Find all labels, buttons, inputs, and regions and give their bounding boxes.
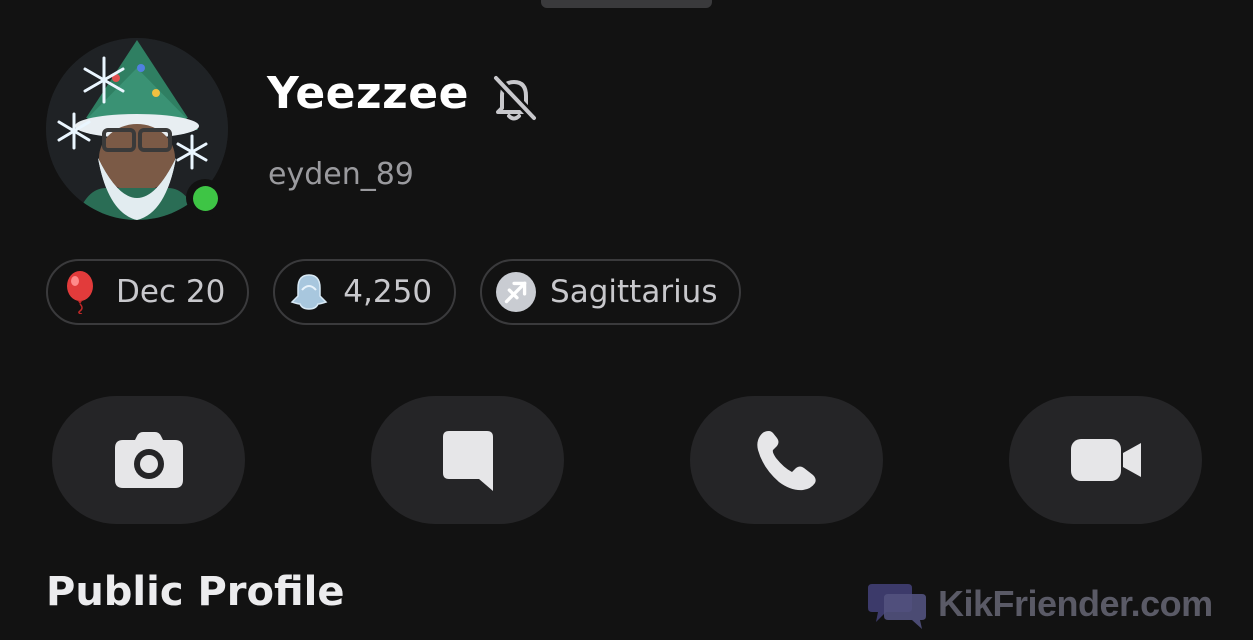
chat-button[interactable]: [371, 396, 564, 524]
profile-chips: Dec 20 4,250 Sagittarius: [46, 259, 742, 325]
camera-icon: [114, 432, 183, 488]
video-camera-icon: [1070, 439, 1141, 481]
phone-icon: [756, 431, 816, 491]
video-call-button[interactable]: [1009, 396, 1202, 524]
drag-handle[interactable]: [541, 0, 712, 8]
ghost-icon: [289, 272, 329, 312]
watermark-text: KikFriender.com: [938, 583, 1213, 624]
online-status-indicator: [186, 179, 224, 217]
call-button[interactable]: [690, 396, 883, 524]
chat-icon: [442, 431, 493, 491]
online-dot: [192, 185, 218, 211]
snapscore-chip[interactable]: 4,250: [273, 259, 457, 325]
username: eyden_89: [268, 157, 414, 192]
snapscore-label: 4,250: [343, 274, 433, 310]
watermark: KikFriender.com: [868, 578, 1213, 630]
zodiac-chip[interactable]: Sagittarius: [480, 259, 742, 325]
chat-bubbles-logo-icon: [868, 584, 926, 629]
birthday-label: Dec 20: [116, 274, 226, 310]
display-name: Yeezzee: [267, 68, 469, 119]
bell-muted-icon[interactable]: [488, 74, 540, 122]
camera-button[interactable]: [52, 396, 245, 524]
sagittarius-icon: [496, 272, 537, 312]
birthday-chip[interactable]: Dec 20: [46, 259, 250, 325]
zodiac-label: Sagittarius: [550, 274, 718, 310]
balloon-icon: [62, 271, 102, 314]
public-profile-heading: Public Profile: [46, 569, 345, 615]
